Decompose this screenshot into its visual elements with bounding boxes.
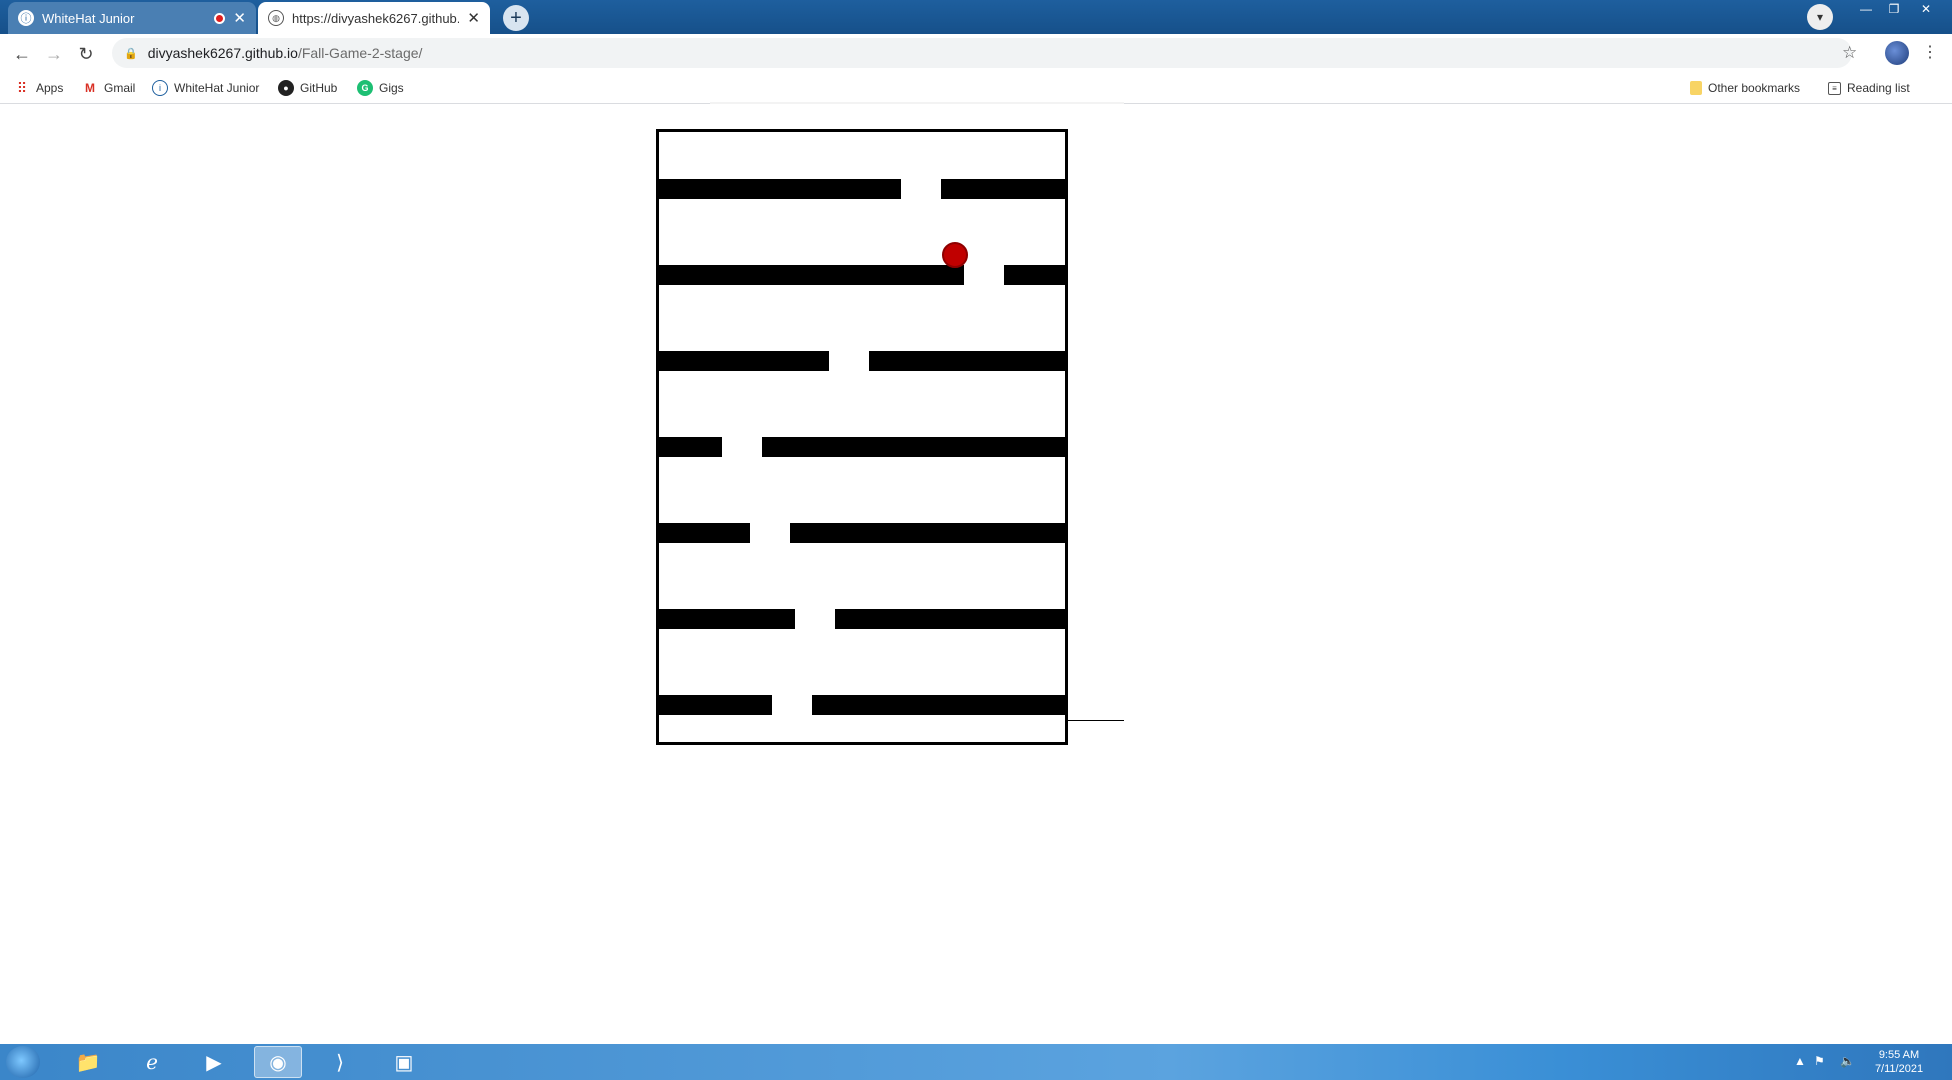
speaker-muted-icon[interactable]: 🔈 [1840,1054,1855,1068]
back-button[interactable]: ← [8,40,36,68]
tab-search-icon[interactable]: ▾ [1807,4,1833,30]
url-host: divyashek6267.github.io [147,45,298,61]
tab-whitehat-junior[interactable]: ⓘ WhiteHat Junior ✕ [8,2,256,34]
maze-wall [835,609,1068,629]
clock-date: 7/11/2021 [1874,1063,1924,1075]
vscode-icon[interactable]: ⟩ [316,1046,364,1078]
player-ball[interactable] [942,242,968,268]
gmail-icon: M [85,81,95,95]
url-path: /Fall-Game-2-stage/ [297,45,423,61]
action-center-flag-icon[interactable]: ⚑ [1814,1054,1825,1068]
forward-button[interactable]: → [40,40,68,68]
maze-wall [659,437,722,457]
internet-explorer-icon[interactable]: ℯ [128,1046,176,1078]
close-tab-icon[interactable]: ✕ [233,9,246,27]
maze-wall [659,265,964,285]
tab-title: WhiteHat Junior [42,10,135,26]
maze-wall [659,523,750,543]
system-clock[interactable]: 9:55 AM 7/11/2021 [1866,1048,1932,1076]
bookmark-label: Apps [36,81,64,95]
maze-wall [659,609,795,629]
lock-icon: 🔒 [124,47,138,60]
maze-wall [659,179,901,199]
tray-expand-icon[interactable]: ▲ [1794,1054,1806,1068]
tab-fall-game[interactable]: ◍ https://divyashek6267.github.io/F ✕ [258,2,490,34]
github-icon: ● [278,80,294,96]
bookmark-label: WhiteHat Junior [174,81,260,95]
recording-indicator-icon [214,12,226,24]
start-button[interactable] [6,1046,40,1078]
bookmark-apps[interactable]: ⠿ Apps [14,78,64,98]
folder-icon [1690,81,1702,95]
ground-line [1068,720,1124,721]
gigs-icon: G [357,80,373,96]
kebab-menu-icon[interactable]: ⋮ [1922,42,1938,62]
windows-taskbar: 📁 ℯ ▶ ◉ ⟩ ▣ ▲ ⚑ 🔈 9:55 AM 7/11/2021 [0,1044,1952,1080]
restore-icon[interactable]: ❐ [1880,0,1908,18]
chrome-icon[interactable]: ◉ [254,1046,302,1078]
bookmark-label: Gigs [379,81,404,95]
bookmark-label: GitHub [300,81,338,95]
reload-button[interactable]: ↻ [72,40,100,68]
bookmark-other-bookmarks[interactable]: Other bookmarks [1690,78,1800,98]
bookmark-whitehat[interactable]: i WhiteHat Junior [152,78,259,98]
minimize-icon[interactable]: — [1852,0,1880,18]
close-window-icon[interactable]: ✕ [1912,0,1940,18]
bookmark-label: Reading list [1847,81,1910,95]
clock-time: 9:55 AM [1878,1049,1920,1061]
zoom-icon[interactable]: ▣ [380,1046,428,1078]
bookmark-label: Other bookmarks [1708,81,1801,95]
apps-grid-icon: ⠿ [16,79,28,96]
profile-avatar[interactable] [1885,41,1909,65]
bookmark-github[interactable]: ● GitHub [278,78,337,98]
tab-title: https://divyashek6267.github.io/F [292,10,459,26]
bookmarks-bar: ⠿ Apps M Gmail i WhiteHat Junior ● GitHu… [0,72,1952,104]
media-player-icon[interactable]: ▶ [190,1046,238,1078]
address-bar[interactable]: 🔒 divyashek6267.github.io/Fall-Game-2-st… [112,38,1852,68]
reading-list-icon: ≡ [1828,81,1841,95]
maze-wall [941,179,1068,199]
maze-wall [659,695,772,715]
bookmark-label: Gmail [104,81,136,95]
maze-wall [659,351,829,371]
bookmark-gigs[interactable]: G Gigs [357,78,404,98]
maze-wall [762,437,1068,457]
maze-wall [790,523,1068,543]
maze-wall [812,695,1068,715]
new-tab-button[interactable]: + [503,5,529,31]
globe-icon: ◍ [268,10,284,26]
whitehat-icon: i [152,80,168,96]
bookmark-star-icon[interactable]: ☆ [1842,43,1857,63]
close-tab-icon[interactable]: ✕ [467,9,480,27]
browser-title-bar: ⓘ WhiteHat Junior ✕ ◍ https://divyashek6… [0,0,1952,34]
browser-toolbar: ← → ↻ 🔒 divyashek6267.github.io/Fall-Gam… [0,34,1952,72]
maze-wall [869,351,1068,371]
bookmark-reading-list[interactable]: ≡ Reading list [1828,78,1910,98]
file-explorer-icon[interactable]: 📁 [64,1046,112,1078]
whitehat-icon: ⓘ [18,10,34,26]
canvas-edge [710,102,1124,104]
maze-wall [1004,265,1068,285]
bookmark-gmail[interactable]: M Gmail [82,78,135,98]
game-maze-container[interactable] [656,129,1068,745]
